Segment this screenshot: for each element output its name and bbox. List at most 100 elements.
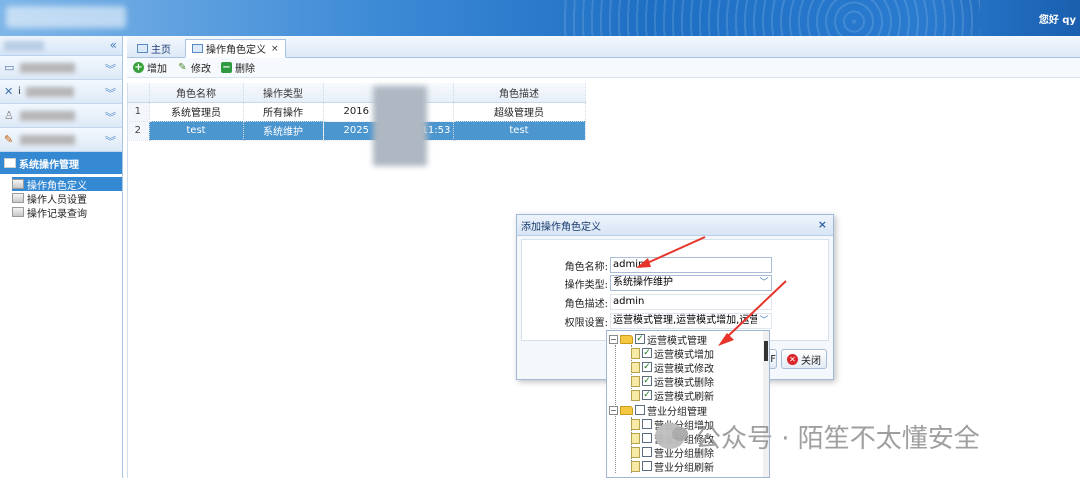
dialog-title: 添加操作角色定义: [521, 221, 601, 233]
tree-node[interactable]: ✓ 运营模式修改: [631, 360, 714, 375]
tree-node-label: 运营模式管理: [647, 335, 707, 347]
add-button-label: 增加: [147, 64, 167, 75]
permission-label: 权限设置:: [564, 317, 608, 329]
chevron-down-icon[interactable]: ︾: [105, 61, 116, 77]
sidebar-item-role-definition[interactable]: 操作角色定义: [12, 177, 122, 192]
operation-type-select[interactable]: 系统操作维护 ﹀: [610, 275, 772, 291]
checkbox-unchecked[interactable]: [642, 433, 652, 443]
tree-node-label: 营业分组管理: [647, 406, 707, 418]
delete-button-label: 删除: [235, 64, 255, 75]
chevron-down-icon[interactable]: ︾: [105, 133, 116, 149]
checkbox-unchecked[interactable]: [642, 461, 652, 471]
column-header[interactable]: 操作类型: [243, 83, 324, 103]
window-icon: [12, 207, 24, 217]
watermark-text: 公众号 · 陌笙不太懂安全: [695, 423, 980, 454]
checkbox-checked[interactable]: ✓: [642, 376, 652, 386]
delete-button[interactable]: − 删除: [221, 60, 255, 75]
document-icon: [631, 361, 640, 373]
role-desc-input[interactable]: admin: [610, 294, 772, 310]
operation-type-cell: 所有操作: [243, 102, 324, 122]
tools-icon: ✕: [4, 85, 14, 98]
table-row[interactable]: 2 test 系统维护 2025 11:53 test: [127, 121, 586, 141]
table-row[interactable]: 1 系统管理员 所有操作 2016 超级管理员: [127, 102, 586, 122]
roles-table: 角色名称 操作类型 角色描述 1 系统管理员 所有操作 2016 超级管理员 2…: [127, 83, 586, 141]
window-icon: [4, 158, 16, 168]
sidebar-active-label: 系统操作管理: [19, 159, 79, 171]
checkbox-checked[interactable]: ✓: [642, 362, 652, 372]
close-button[interactable]: ✕ 关闭: [781, 349, 827, 369]
role-name-label: 角色名称:: [564, 261, 608, 273]
tree-node-label: 运营模式删除: [654, 377, 714, 389]
document-icon: [631, 418, 640, 430]
permission-tree-dropdown[interactable]: − ✓ 运营模式管理 ✓ 运营模式增加 ✓ 运营模式修改 ✓ 运营模式删除 ✓ …: [606, 330, 770, 478]
chevron-down-icon[interactable]: ︾: [105, 109, 116, 125]
collapse-icon[interactable]: −: [609, 405, 618, 415]
sidebar-item-log-query[interactable]: 操作记录查询: [0, 205, 122, 220]
column-header[interactable]: 角色描述: [453, 83, 586, 103]
edit-button-label: 修改: [191, 64, 211, 75]
document-icon: [631, 347, 640, 359]
sidebar-group-3[interactable]: ♙ ︾: [0, 104, 122, 128]
tab-bar: 主页 操作角色定义 ×: [127, 36, 1080, 58]
window-icon: [12, 179, 24, 189]
add-button[interactable]: + 增加: [133, 60, 167, 75]
dialog-form: 角色名称: admin 操作类型: 系统操作维护 ﹀ 角色描述: admin 权…: [521, 239, 829, 341]
document-icon: [631, 460, 640, 472]
sidebar-item-operator-settings[interactable]: 操作人员设置: [0, 191, 122, 206]
document-icon: [631, 389, 640, 401]
tree-node-label: 营业分组刷新: [654, 462, 714, 474]
collapse-sidebar-icon[interactable]: «: [110, 38, 117, 52]
tree-scrollbar[interactable]: [763, 331, 769, 477]
tree-node[interactable]: − 营业分组管理: [609, 403, 707, 418]
sidebar: « ▭ ︾ ✕ i ︾ ♙ ︾ ✎ ︾ 系统操作管理 操作角色定义 操作人员设置: [0, 36, 123, 478]
chevron-down-icon[interactable]: ︾: [105, 85, 116, 101]
role-name-input[interactable]: admin: [610, 257, 772, 273]
checkbox-checked[interactable]: ✓: [642, 348, 652, 358]
redacted-blur: [373, 86, 427, 166]
sidebar-group-system-ops[interactable]: 系统操作管理: [0, 152, 122, 174]
document-icon: [631, 446, 640, 458]
checkbox-checked[interactable]: ✓: [635, 334, 645, 344]
sidebar-group-label-blurred: [20, 134, 75, 145]
checkbox-unchecked[interactable]: [635, 405, 645, 415]
tree-node[interactable]: ✓ 运营模式增加: [631, 346, 714, 361]
role-name-cell: test: [149, 121, 244, 141]
time-start: 2025: [343, 125, 369, 136]
banner-decoration: [560, 0, 980, 36]
row-number: 2: [127, 121, 150, 141]
checkbox-unchecked[interactable]: [642, 419, 652, 429]
tab-role-definition[interactable]: 操作角色定义 ×: [185, 39, 286, 58]
tree-node[interactable]: ✓ 运营模式删除: [631, 374, 714, 389]
collapse-icon[interactable]: −: [609, 334, 618, 344]
sidebar-group-1[interactable]: ▭ ︾: [0, 56, 122, 80]
row-number: 1: [127, 102, 150, 122]
column-header[interactable]: 角色名称: [149, 83, 244, 103]
dialog-title-bar[interactable]: 添加操作角色定义 ×: [517, 215, 833, 236]
tree-node[interactable]: 营业分组刷新: [631, 459, 714, 474]
scrollbar-thumb[interactable]: [764, 341, 768, 361]
close-tab-icon[interactable]: ×: [271, 44, 279, 54]
tree-node[interactable]: ✓ 运营模式刷新: [631, 388, 714, 403]
edit-icon: ✎: [4, 133, 14, 146]
sidebar-group-2[interactable]: ✕ i ︾: [0, 80, 122, 104]
sidebar-group-4[interactable]: ✎ ︾: [0, 128, 122, 152]
checkbox-checked[interactable]: ✓: [642, 390, 652, 400]
top-banner: 您好 qy: [0, 0, 1080, 36]
pencil-icon: ✎: [178, 62, 187, 73]
document-icon: [631, 432, 640, 444]
tab-home[interactable]: 主页: [131, 39, 177, 58]
wechat-icon: [655, 423, 688, 449]
edit-button[interactable]: ✎ 修改: [177, 60, 211, 75]
chevron-down-icon[interactable]: ﹀: [757, 276, 771, 290]
sidebar-group-label-blurred: [25, 86, 74, 97]
tree-node[interactable]: − ✓ 运营模式管理: [609, 332, 707, 347]
form-row-desc: 角色描述:: [522, 294, 608, 310]
monitor-icon: [137, 44, 148, 53]
window-icon: [12, 193, 24, 203]
chevron-down-icon[interactable]: ﹀: [757, 314, 771, 328]
close-button-label: 关闭: [801, 355, 821, 367]
close-icon[interactable]: ×: [818, 218, 827, 231]
row-number-header: [127, 83, 150, 103]
permission-combotree[interactable]: 运营模式管理,运营模式增加,运营模 ﹀: [610, 313, 772, 329]
checkbox-unchecked[interactable]: [642, 447, 652, 457]
